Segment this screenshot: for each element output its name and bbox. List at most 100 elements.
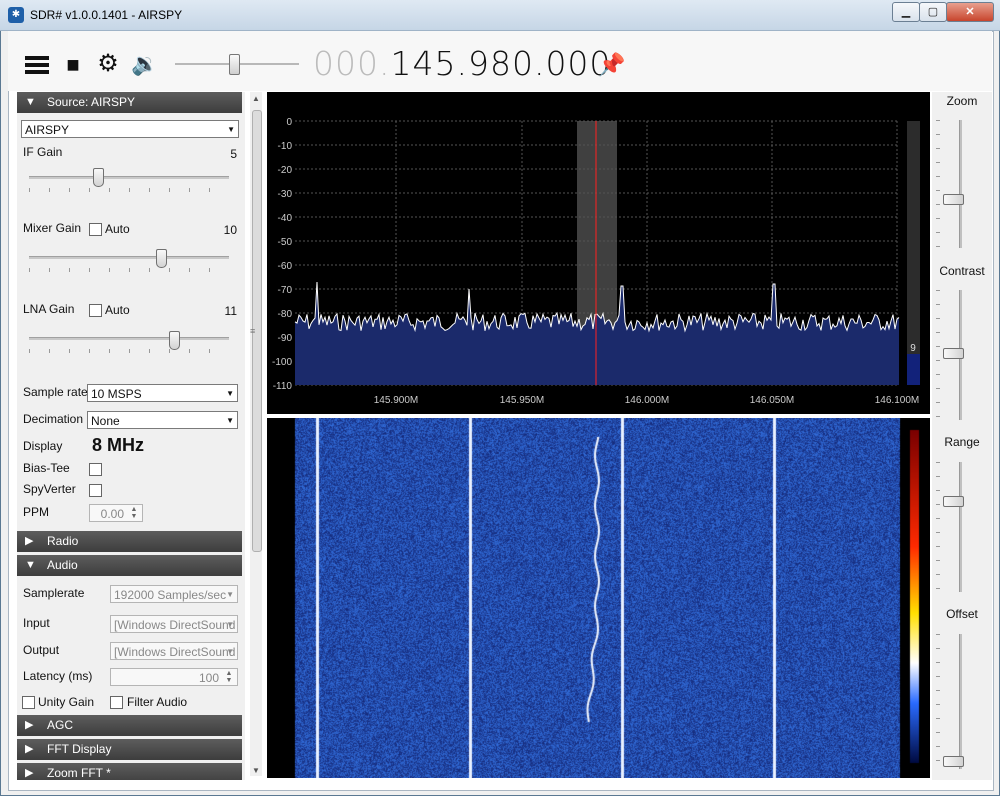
filter-audio-checkbox[interactable] [110, 696, 123, 709]
zoom-slider-thumb[interactable] [943, 194, 964, 205]
ppm-spinner[interactable]: 0.00 ▲ ▼ [89, 504, 143, 522]
maximize-button[interactable]: ▢ [919, 2, 947, 22]
x-tick-label: 146.100M [875, 395, 919, 406]
hamburger-menu-icon[interactable] [23, 53, 51, 81]
if-gain-value: 5 [230, 147, 237, 161]
audio-input-select[interactable]: [Windows DirectSound ▼ [110, 615, 238, 633]
speaker-icon[interactable]: 🔉 [131, 50, 159, 78]
close-button[interactable]: ✕ [946, 2, 994, 22]
sample-rate-select[interactable]: 10 MSPS ▼ [87, 384, 238, 402]
collapse-arrow-icon: ▼ [25, 559, 36, 571]
radio-section-header[interactable]: ▶ Radio [17, 531, 242, 552]
zoom-fft-section-header[interactable]: ▶ Zoom FFT * [17, 763, 242, 780]
gear-icon[interactable]: ⚙ [94, 50, 122, 78]
expand-arrow-icon: ▶ [25, 743, 34, 755]
offset-ticks [936, 634, 940, 769]
minimize-button[interactable]: ▁ [892, 2, 920, 22]
frequency-display[interactable]: 000.145.980.000 [313, 44, 611, 83]
audio-output-select[interactable]: [Windows DirectSound ▼ [110, 642, 238, 660]
lna-gain-value: 11 [224, 304, 237, 318]
frequency-prefix[interactable]: 000. [313, 44, 390, 83]
y-tick-label: -20 [278, 165, 293, 176]
mixer-auto-label: Auto [105, 222, 130, 236]
lna-gain-label: LNA Gain [23, 302, 75, 316]
waterfall-display[interactable] [267, 418, 930, 778]
signal-level-fill [907, 354, 920, 385]
range-slider[interactable] [959, 462, 962, 592]
offset-slider[interactable] [959, 634, 962, 769]
pin-icon[interactable]: 📌 [598, 52, 625, 78]
spectrum-plot[interactable]: 0 -10 -20 -30 -40 -50 -60 -70 -80 -90 -100 -110 145… [267, 92, 930, 414]
ppm-label: PPM [23, 505, 50, 519]
spectrum-x-ticks: 145.900M 145.950M 146.000M 146.050M 146.100M [374, 395, 919, 406]
audio-section-header[interactable]: ▼ Audio [17, 555, 242, 576]
mixer-gain-slider-thumb[interactable] [156, 249, 167, 268]
bias-tee-checkbox[interactable] [89, 463, 102, 476]
frequency-main[interactable]: 145.980.000 [390, 44, 611, 83]
if-gain-slider-thumb[interactable] [93, 168, 104, 187]
if-gain-slider[interactable] [29, 176, 229, 179]
lna-auto-checkbox[interactable] [89, 304, 102, 317]
y-tick-label: -100 [272, 357, 292, 368]
expand-arrow-icon: ▶ [25, 719, 34, 731]
spectrum-y-ticks: 0 -10 -20 -30 -40 -50 -60 -70 -80 -90 -100 -110 [272, 117, 292, 392]
latency-spinner[interactable]: 100 ▲ ▼ [110, 668, 238, 686]
x-tick-label: 146.050M [750, 395, 794, 406]
unity-gain-checkbox[interactable] [22, 696, 35, 709]
audio-input-label: Input [23, 616, 50, 630]
source-section-header[interactable]: ▼ Source: AIRSPY [17, 92, 242, 113]
waterfall-canvas[interactable] [267, 418, 930, 778]
y-tick-label: 0 [286, 117, 292, 128]
spinner-arrows-icon[interactable]: ▲ ▼ [222, 670, 236, 684]
fft-display-section-header[interactable]: ▶ FFT Display [17, 739, 242, 760]
if-gain-label: IF Gain [23, 145, 63, 159]
audio-output-label: Output [23, 643, 60, 657]
lna-gain-slider-thumb[interactable] [169, 331, 180, 350]
display-value: 8 MHz [92, 435, 145, 455]
mixer-gain-label: Mixer Gain [23, 221, 82, 235]
source-device-select[interactable]: AIRSPY ▼ [21, 120, 239, 138]
chevron-down-icon: ▼ [226, 416, 234, 425]
audio-samplerate-select[interactable]: 192000 Samples/sec ▼ [110, 585, 238, 603]
scroll-up-icon[interactable]: ▲ [252, 94, 260, 103]
lna-auto-label: Auto [105, 303, 130, 317]
contrast-slider-thumb[interactable] [943, 348, 964, 359]
y-tick-label: -80 [278, 309, 293, 320]
decimation-select[interactable]: None ▼ [87, 411, 238, 429]
sdr-window: ✱ SDR# v1.0.0.1401 - AIRSPY ▁ ▢ ✕ ■ ⚙ 🔉 … [0, 0, 1000, 796]
spectrum-analyzer[interactable]: 0 -10 -20 -30 -40 -50 -60 -70 -80 -90 -100 -110 145… [267, 92, 930, 414]
spyverter-checkbox[interactable] [89, 484, 102, 497]
y-tick-label: -30 [278, 189, 293, 200]
volume-slider-thumb[interactable] [229, 54, 240, 75]
latency-label: Latency (ms) [23, 669, 93, 683]
close-icon: ✕ [965, 6, 975, 18]
offset-slider-thumb[interactable] [943, 756, 964, 767]
scroll-down-icon[interactable]: ▼ [252, 766, 260, 775]
spyverter-label: SpyVerter [23, 482, 76, 496]
x-tick-label: 146.000M [625, 395, 669, 406]
y-tick-label: -60 [278, 261, 293, 272]
lna-gain-ticks [29, 349, 229, 353]
chevron-down-icon: ▼ [227, 125, 235, 134]
left-control-panel: ▼ Source: AIRSPY AIRSPY ▼ IF Gain 5 Mixer … [17, 92, 245, 780]
display-label: Display [23, 439, 63, 453]
if-gain-ticks [29, 188, 229, 192]
splitter-grip-icon[interactable]: ≡ [250, 326, 255, 336]
y-tick-label: -40 [278, 213, 293, 224]
title-bar[interactable]: ✱ SDR# v1.0.0.1401 - AIRSPY ▁ ▢ ✕ [0, 0, 1000, 31]
range-slider-thumb[interactable] [943, 496, 964, 507]
x-tick-label: 145.900M [374, 395, 418, 406]
mixer-auto-checkbox[interactable] [89, 223, 102, 236]
signal-level-value: 9 [910, 343, 916, 354]
zoom-slider[interactable] [959, 120, 962, 248]
lna-gain-slider[interactable] [29, 337, 229, 340]
x-tick-label: 145.950M [500, 395, 544, 406]
spinner-arrows-icon[interactable]: ▲ ▼ [127, 506, 141, 520]
left-panel-scrollbar[interactable]: ▲ ▼ [250, 92, 262, 776]
agc-section-header[interactable]: ▶ AGC [17, 715, 242, 736]
mixer-gain-ticks [29, 268, 229, 272]
mixer-gain-slider[interactable] [29, 256, 229, 259]
y-tick-label: -110 [273, 381, 293, 392]
stop-icon[interactable]: ■ [59, 51, 87, 79]
chevron-down-icon: ▼ [226, 647, 234, 656]
